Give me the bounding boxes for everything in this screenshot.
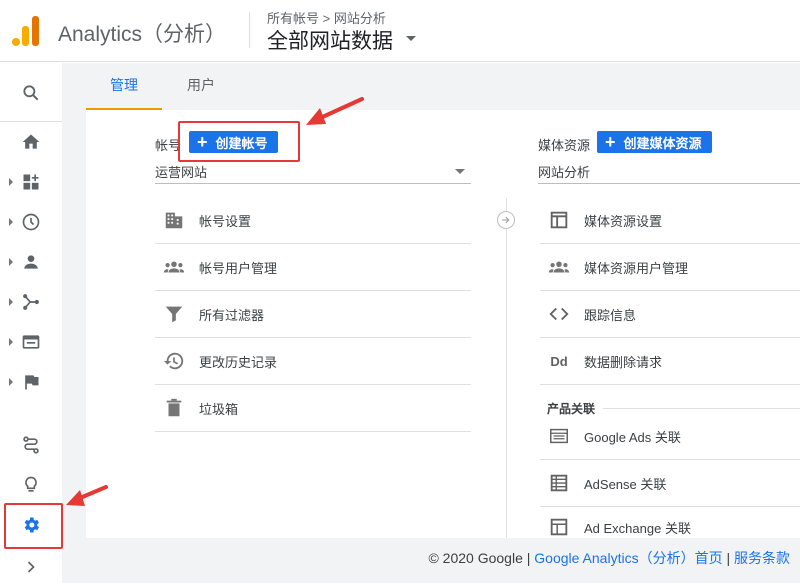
menu-item-label: 帐号设置 — [199, 213, 252, 229]
trash-item[interactable]: 垃圾箱 — [155, 385, 471, 432]
home-icon[interactable] — [0, 122, 62, 162]
data-deletion-item[interactable]: Dd 数据删除请求 — [540, 338, 800, 385]
account-settings-item[interactable]: 帐号设置 — [155, 197, 471, 244]
annotation-box-admin-gear — [4, 503, 63, 549]
acquisition-icon[interactable] — [0, 282, 62, 322]
customization-icon[interactable] — [0, 162, 62, 202]
code-icon — [548, 303, 570, 325]
menu-item-label: 媒体资源用户管理 — [584, 260, 689, 276]
account-selector[interactable]: 运营网站 — [155, 162, 471, 184]
attribution-icon[interactable] — [0, 425, 62, 465]
menu-item-label: 数据删除请求 — [584, 354, 663, 370]
column-divider — [506, 198, 507, 538]
adsense-icon — [548, 472, 570, 494]
menu-item-label: 更改历史记录 — [199, 354, 278, 370]
arrow-right-icon — [497, 211, 515, 229]
property-selector[interactable]: 网站分析 — [538, 162, 800, 184]
dd-icon: Dd — [550, 353, 568, 369]
flag-icon[interactable] — [0, 362, 62, 402]
annotation-box-create-account — [178, 121, 300, 162]
account-user-management-item[interactable]: 帐号用户管理 — [155, 244, 471, 291]
footer: © 2020 Google | Google Analytics（分析）首页 |… — [0, 548, 800, 568]
header-divider — [249, 12, 250, 48]
adx-icon — [548, 516, 570, 538]
layout-icon — [548, 209, 570, 231]
property-settings-item[interactable]: 媒体资源设置 — [540, 197, 800, 244]
tab-bar: 管理 用户 — [86, 63, 800, 110]
chevron-down-icon — [455, 169, 465, 174]
lightbulb-icon[interactable] — [0, 465, 62, 505]
app-title[interactable]: Analytics（分析） — [58, 18, 226, 48]
create-property-button[interactable]: + 创建媒体资源 — [597, 131, 712, 153]
ad-exchange-link-item[interactable]: Ad Exchange 关联 — [540, 507, 800, 547]
tab-user[interactable]: 用户 — [187, 75, 215, 95]
filter-icon — [163, 303, 185, 325]
property-user-management-item[interactable]: 媒体资源用户管理 — [540, 244, 800, 291]
analytics-logo-icon[interactable] — [12, 14, 40, 46]
footer-separator: | — [522, 550, 535, 566]
behavior-icon[interactable] — [0, 322, 62, 362]
adsense-link-item[interactable]: AdSense 关联 — [540, 460, 800, 507]
footer-separator: | — [722, 550, 734, 566]
tab-admin[interactable]: 管理 — [110, 75, 138, 95]
ga-home-link[interactable]: Google Analytics（分析）首页 — [534, 550, 722, 566]
person-icon[interactable] — [0, 242, 62, 282]
menu-item-label: Google Ads 关联 — [584, 429, 681, 445]
property-label: 媒体资源 — [538, 138, 591, 153]
create-property-label: 创建媒体资源 — [623, 135, 702, 151]
menu-item-label: AdSense 关联 — [584, 476, 667, 492]
building-icon — [163, 209, 185, 231]
change-history-item[interactable]: 更改历史记录 — [155, 338, 471, 385]
copyright: © 2020 Google — [428, 550, 523, 566]
menu-item-label: 跟踪信息 — [584, 307, 637, 323]
property-selected-value: 网站分析 — [538, 165, 591, 180]
tracking-info-item[interactable]: 跟踪信息 — [540, 291, 800, 338]
menu-item-label: 垃圾箱 — [199, 401, 239, 417]
menu-item-label: 帐号用户管理 — [199, 260, 278, 276]
trash-icon — [163, 397, 185, 419]
menu-item-label: 所有过滤器 — [199, 307, 265, 323]
all-filters-item[interactable]: 所有过滤器 — [155, 291, 471, 338]
google-ads-link-item[interactable]: Google Ads 关联 — [540, 413, 800, 460]
menu-item-label: 媒体资源设置 — [584, 213, 663, 229]
terms-link[interactable]: 服务条款 — [734, 550, 790, 566]
chevron-down-icon[interactable] — [406, 36, 416, 41]
clock-icon[interactable] — [0, 202, 62, 242]
account-selected-value: 运营网站 — [155, 165, 208, 180]
people-icon — [163, 256, 185, 278]
people-icon — [548, 256, 570, 278]
app-header: Analytics（分析） 所有帐号 > 网站分析 全部网站数据 — [0, 0, 800, 62]
plus-icon: + — [605, 132, 616, 152]
history-icon — [163, 350, 185, 372]
ads-icon — [548, 425, 570, 447]
search-icon[interactable] — [0, 73, 62, 113]
menu-item-label: Ad Exchange 关联 — [584, 520, 691, 536]
view-selector[interactable]: 全部网站数据 — [267, 25, 393, 55]
section-divider — [603, 408, 800, 409]
